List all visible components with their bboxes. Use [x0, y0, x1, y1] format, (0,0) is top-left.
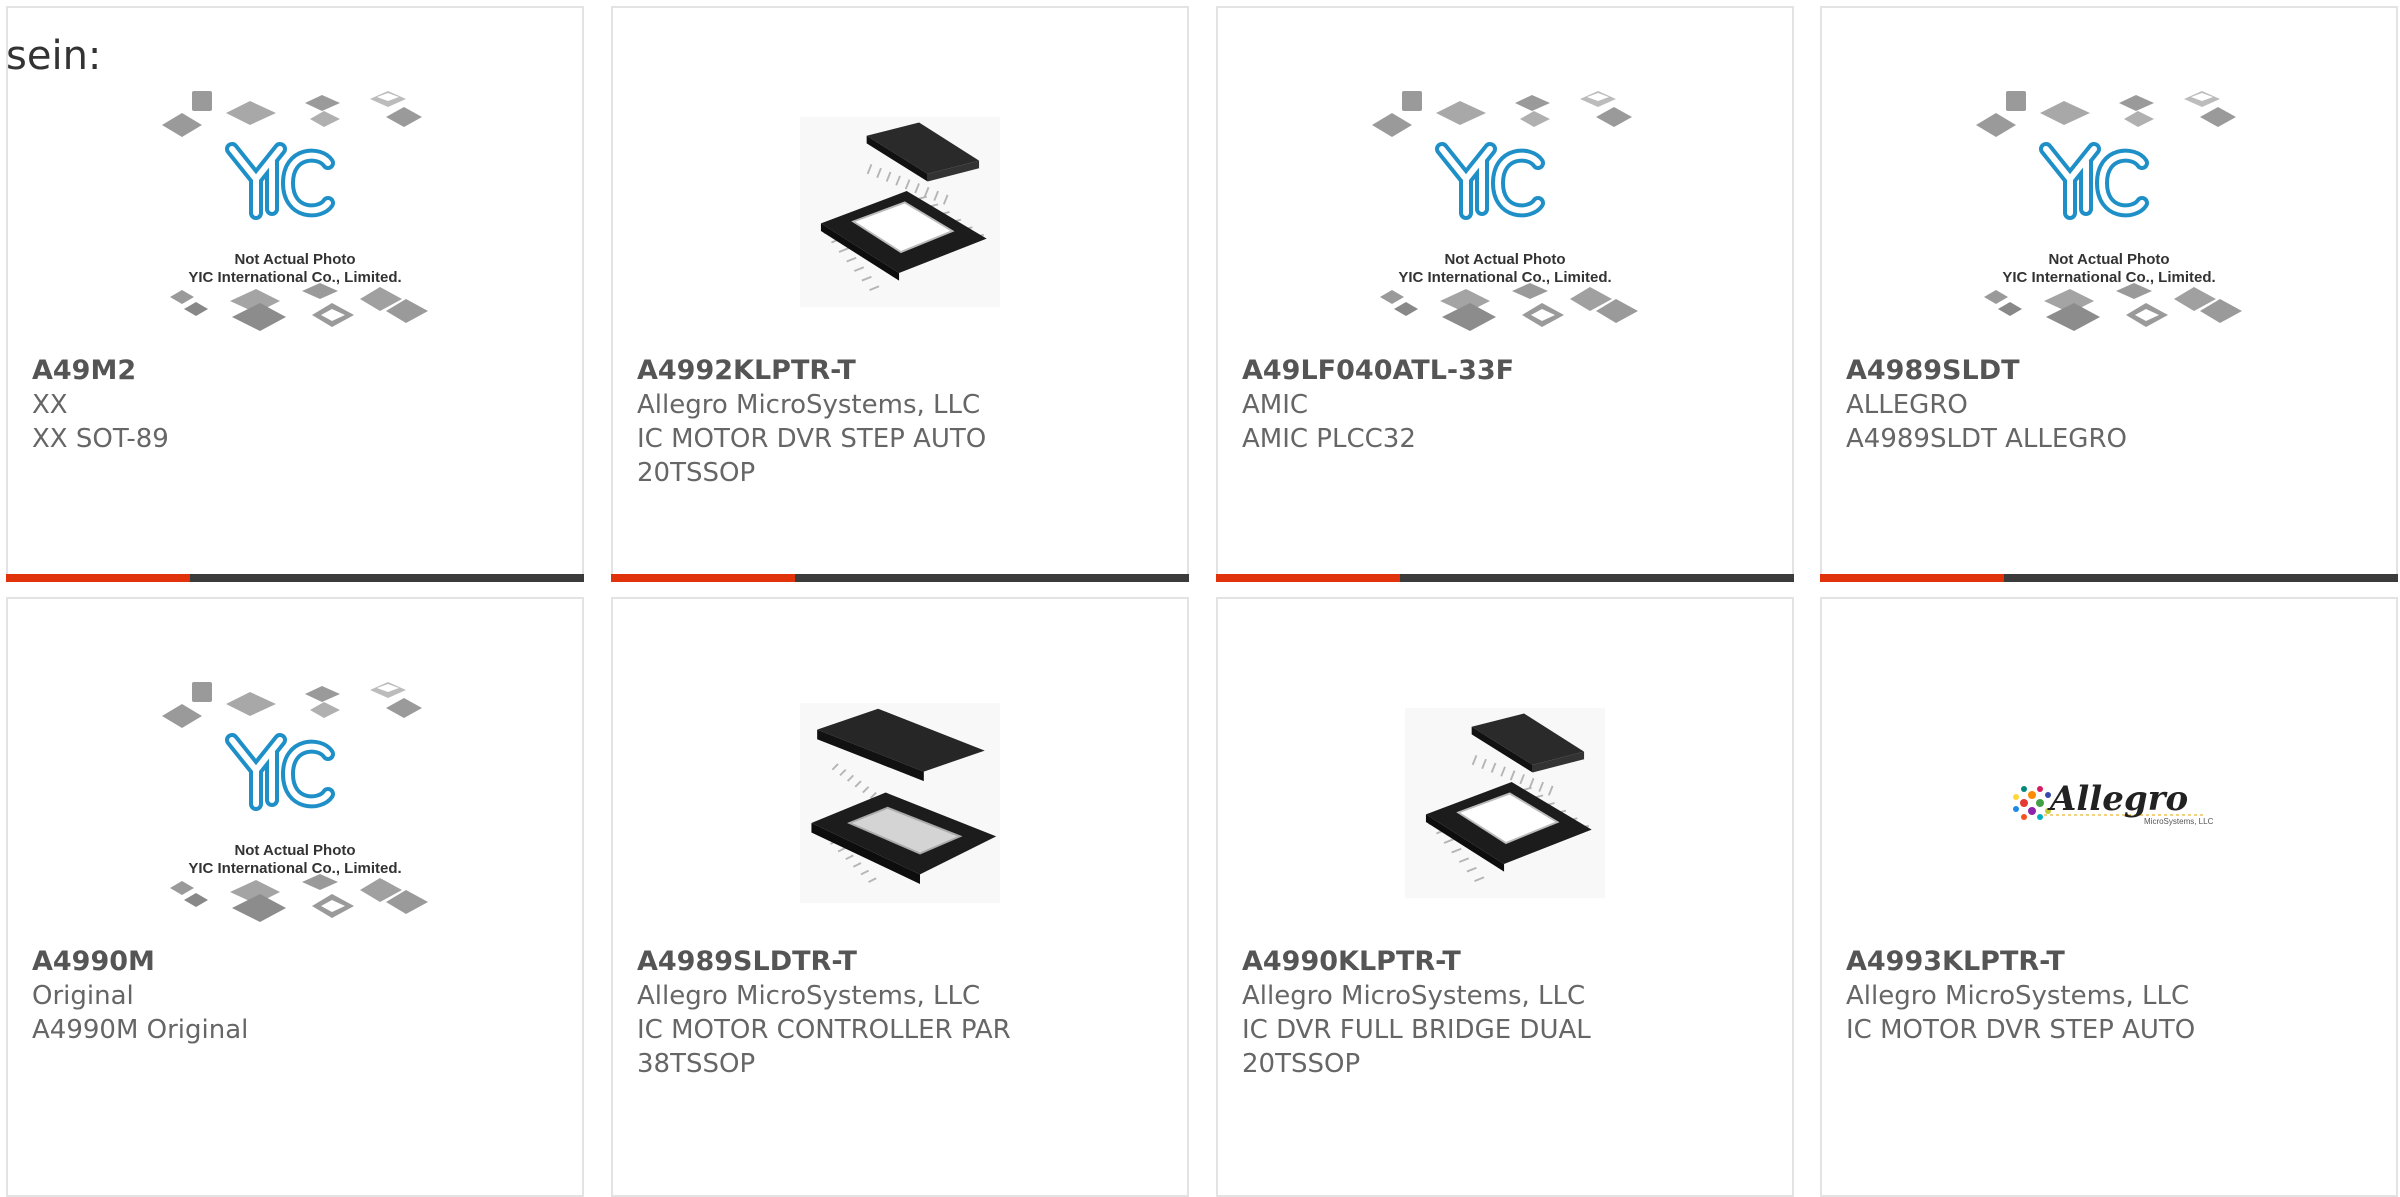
manufacturer: Original	[32, 981, 134, 1011]
placeholder-line2: YIC International Co., Limited.	[188, 269, 402, 286]
product-card[interactable]: A4992KLPTR-T Allegro MicroSystems, LLC I…	[611, 6, 1189, 582]
placeholder-line1: Not Actual Photo	[1444, 251, 1566, 268]
tssop-38-chip-icon	[800, 703, 1000, 903]
card-bar-accent	[6, 574, 190, 582]
product-card[interactable]: Not Actual Photo YIC International Co., …	[6, 597, 584, 1197]
card-bar-accent	[1820, 574, 2004, 582]
yic-placeholder-icon: Not Actual Photo YIC International Co., …	[160, 678, 430, 928]
product-image[interactable]: Not Actual Photo YIC International Co., …	[8, 70, 582, 354]
part-number[interactable]: A4990KLPTR-T	[1242, 945, 1774, 979]
part-number[interactable]: A49LF040ATL-33F	[1242, 354, 1774, 388]
manufacturer: Allegro MicroSystems, LLC	[1846, 981, 2190, 1011]
description: IC MOTOR DVR STEP AUTO	[1846, 1015, 2196, 1045]
card-bottom-bar	[611, 574, 1189, 582]
manufacturer: Allegro MicroSystems, LLC	[637, 390, 981, 420]
description: IC MOTOR DVR STEP AUTO 20TSSOP	[637, 424, 987, 488]
card-bottom-bar	[1216, 574, 1794, 582]
allegro-logo-sub: MicroSystems, LLC	[2144, 817, 2214, 826]
product-image[interactable]	[613, 70, 1187, 354]
description: A4989SLDT ALLEGRO	[1846, 424, 2127, 454]
card-bottom-bar	[6, 574, 584, 582]
tssop-20-chip-icon	[800, 112, 1000, 312]
placeholder-line2: YIC International Co., Limited.	[2002, 269, 2216, 286]
product-image[interactable]: Not Actual Photo YIC International Co., …	[1218, 70, 1792, 354]
manufacturer: AMIC	[1242, 390, 1309, 420]
product-image[interactable]: Not Actual Photo YIC International Co., …	[1822, 70, 2396, 354]
manufacturer: ALLEGRO	[1846, 390, 1968, 420]
part-number[interactable]: A4989SLDT	[1846, 354, 2378, 388]
part-number[interactable]: A49M2	[32, 354, 564, 388]
manufacturer: XX	[32, 390, 68, 420]
part-number[interactable]: A4990M	[32, 945, 564, 979]
product-image[interactable]	[1218, 661, 1792, 945]
part-number[interactable]: A4993KLPTR-T	[1846, 945, 2378, 979]
description: IC MOTOR CONTROLLER PAR 38TSSOP	[637, 1015, 1011, 1079]
manufacturer: Allegro MicroSystems, LLC	[1242, 981, 1586, 1011]
placeholder-line1: Not Actual Photo	[2048, 251, 2170, 268]
yic-placeholder-icon: Not Actual Photo YIC International Co., …	[1370, 87, 1640, 337]
product-card[interactable]: Not Actual Photo YIC International Co., …	[1820, 6, 2398, 582]
placeholder-line1: Not Actual Photo	[234, 842, 356, 859]
part-number[interactable]: A4992KLPTR-T	[637, 354, 1169, 388]
product-image[interactable]	[613, 661, 1187, 945]
allegro-logo-text: Allegro	[2050, 779, 2189, 819]
placeholder-line2: YIC International Co., Limited.	[188, 860, 402, 877]
product-image[interactable]: Not Actual Photo YIC International Co., …	[8, 661, 582, 945]
product-card[interactable]: Not Actual Photo YIC International Co., …	[6, 6, 584, 582]
product-card[interactable]: A4989SLDTR-T Allegro MicroSystems, LLC I…	[611, 597, 1189, 1197]
description: A4990M Original	[32, 1015, 249, 1045]
card-bottom-bar	[1820, 574, 2398, 582]
yic-placeholder-icon: Not Actual Photo YIC International Co., …	[160, 87, 430, 337]
placeholder-line1: Not Actual Photo	[234, 251, 356, 268]
manufacturer: Allegro MicroSystems, LLC	[637, 981, 981, 1011]
description: AMIC PLCC32	[1242, 424, 1416, 454]
allegro-logo-icon: Allegro MicroSystems, LLC	[2004, 773, 2214, 833]
product-card[interactable]: Allegro MicroSystems, LLC A4993KLPTR-T A…	[1820, 597, 2398, 1197]
description: IC DVR FULL BRIDGE DUAL 20TSSOP	[1242, 1015, 1591, 1079]
yic-placeholder-icon: Not Actual Photo YIC International Co., …	[1974, 87, 2244, 337]
product-card[interactable]: Not Actual Photo YIC International Co., …	[1216, 6, 1794, 582]
card-bar-accent	[1216, 574, 1400, 582]
description: XX SOT-89	[32, 424, 169, 454]
tssop-20-chip-icon	[1405, 703, 1605, 903]
card-bar-accent	[611, 574, 795, 582]
placeholder-line2: YIC International Co., Limited.	[1398, 269, 1612, 286]
part-number[interactable]: A4989SLDTR-T	[637, 945, 1169, 979]
product-card[interactable]: A4990KLPTR-T Allegro MicroSystems, LLC I…	[1216, 597, 1794, 1197]
page-prefix-text: sein:	[6, 33, 102, 79]
product-image[interactable]: Allegro MicroSystems, LLC	[1822, 661, 2396, 945]
